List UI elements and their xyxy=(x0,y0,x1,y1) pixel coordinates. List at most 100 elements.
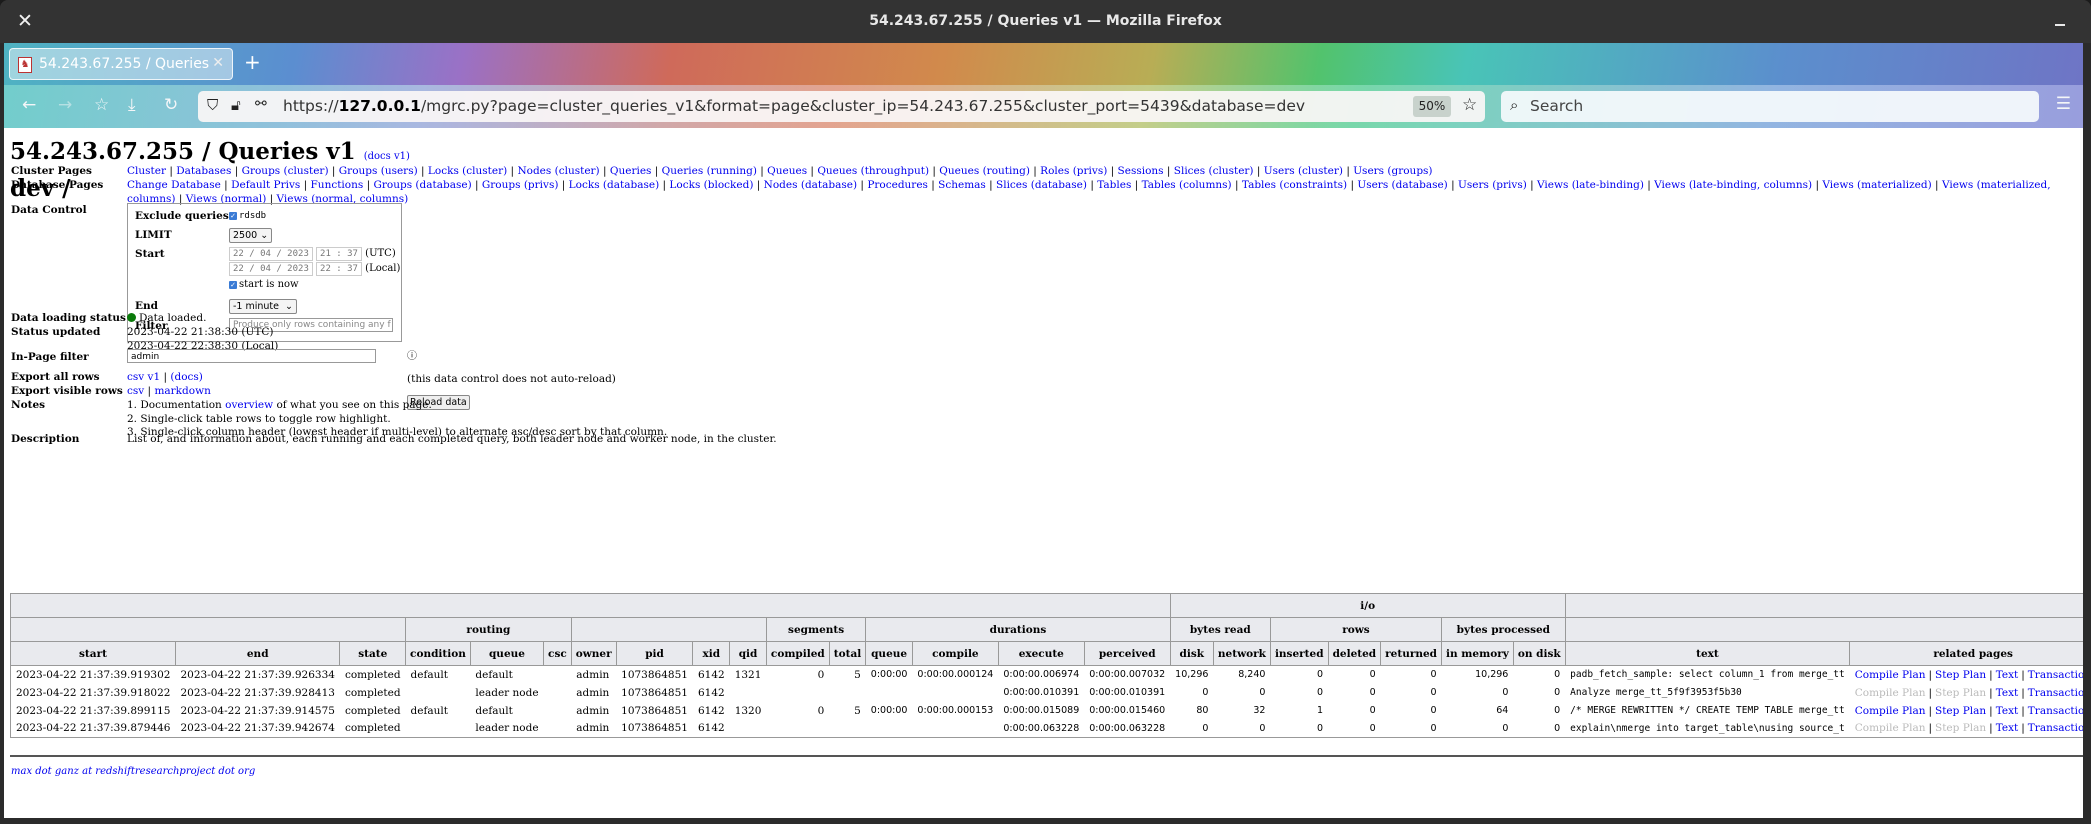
text-link[interactable]: Text xyxy=(1996,722,2019,734)
compile-plan-link[interactable]: Compile Plan xyxy=(1855,705,1926,717)
export-visible-csv-link[interactable]: csv xyxy=(127,385,144,397)
downloads-icon[interactable]: ⤓ xyxy=(128,95,136,115)
nav-link-sessions[interactable]: Sessions xyxy=(1118,165,1164,177)
start-utc-date-input[interactable]: 22 / 04 / 2023 xyxy=(229,247,313,261)
nav-link-locks-blocked[interactable]: Locks (blocked) xyxy=(669,179,753,191)
tab-close-icon[interactable]: ✕ xyxy=(212,55,224,71)
column-header-compiled[interactable]: compiled xyxy=(765,641,830,666)
nav-link-groups-privs[interactable]: Groups (privs) xyxy=(482,179,559,191)
zoom-level-badge[interactable]: 50% xyxy=(1413,96,1451,117)
start-is-now-checkbox[interactable]: ✓ start is now xyxy=(229,279,299,290)
table-row[interactable]: 2023-04-22 21:37:39.899115 2023-04-22 21:… xyxy=(11,702,2083,720)
start-utc-time-input[interactable]: 21 : 37 xyxy=(316,247,362,261)
table-row[interactable]: 2023-04-22 21:37:39.879446 2023-04-22 21:… xyxy=(10,719,2083,738)
nav-link-locks-cluster[interactable]: Locks (cluster) xyxy=(428,165,507,177)
column-header-total[interactable]: total xyxy=(828,641,867,666)
step-plan-link[interactable]: Step Plan xyxy=(1935,669,1986,681)
nav-link-tables-columns[interactable]: Tables (columns) xyxy=(1142,179,1232,191)
step-plan-link[interactable]: Step Plan xyxy=(1935,705,1986,717)
table-row[interactable]: 2023-04-22 21:37:39.918022 2023-04-22 21:… xyxy=(11,684,2083,702)
nav-link-queues-throughput[interactable]: Queues (throughput) xyxy=(817,165,929,177)
overview-link[interactable]: overview xyxy=(225,399,273,411)
help-icon[interactable]: ⓘ xyxy=(407,347,417,362)
nav-link-groups-users[interactable]: Groups (users) xyxy=(339,165,418,177)
checkbox-checked-icon[interactable]: ✓ xyxy=(229,211,237,220)
nav-link-roles-privs[interactable]: Roles (privs) xyxy=(1040,165,1107,177)
back-icon[interactable]: ← xyxy=(22,95,36,115)
nav-link-queues-routing[interactable]: Queues (routing) xyxy=(939,165,1030,177)
table-row[interactable]: 2023-04-22 21:37:39.919302 2023-04-22 21:… xyxy=(11,666,2083,684)
transaction-link[interactable]: Transaction xyxy=(2028,705,2083,717)
tracking-shield-icon[interactable]: ⛉ xyxy=(207,96,218,114)
nav-link-queries-running[interactable]: Queries (running) xyxy=(662,165,757,177)
column-header-on-disk[interactable]: on disk xyxy=(1512,641,1566,666)
bookmark-star-icon[interactable]: ☆ xyxy=(1462,95,1477,115)
column-header-network[interactable]: network xyxy=(1212,641,1271,666)
nav-link-slices-cluster[interactable]: Slices (cluster) xyxy=(1174,165,1254,177)
checkbox-checked-icon[interactable]: ✓ xyxy=(229,280,237,289)
insecure-lock-icon[interactable]: 🔓︎ xyxy=(231,96,241,114)
column-header-inserted[interactable]: inserted xyxy=(1269,641,1329,666)
docs-v1-link[interactable]: (docs v1) xyxy=(364,151,410,162)
column-header-perceived[interactable]: perceived xyxy=(1083,641,1171,666)
column-header-xid[interactable]: xid xyxy=(692,641,731,666)
nav-link-queues[interactable]: Queues xyxy=(767,165,807,177)
bookmark-tray-icon[interactable]: ☆ xyxy=(94,95,109,115)
column-header-qid[interactable]: qid xyxy=(729,641,767,666)
nav-link-schemas[interactable]: Schemas xyxy=(938,179,986,191)
column-header-text[interactable]: text xyxy=(1564,641,1851,666)
nav-link-change-database[interactable]: Change Database xyxy=(127,179,221,191)
nav-link-users-groups[interactable]: Users (groups) xyxy=(1353,165,1432,177)
start-local-time-input[interactable]: 22 : 37 xyxy=(316,262,362,276)
nav-link-default-privs[interactable]: Default Privs xyxy=(231,179,300,191)
column-header-disk[interactable]: disk xyxy=(1169,641,1214,666)
limit-select[interactable]: 2500 ⌄ xyxy=(229,228,273,243)
column-header-pid[interactable]: pid xyxy=(615,641,694,666)
nav-link-functions[interactable]: Functions xyxy=(311,179,364,191)
inpage-filter-input[interactable]: admin xyxy=(127,349,376,363)
text-link[interactable]: Text xyxy=(1996,669,2019,681)
text-link[interactable]: Text xyxy=(1996,687,2019,699)
end-select[interactable]: -1 minute ⌄ xyxy=(229,299,297,314)
nav-link-tables[interactable]: Tables xyxy=(1097,179,1131,191)
column-header-start[interactable]: start xyxy=(10,641,176,666)
transaction-link[interactable]: Transaction xyxy=(2028,669,2083,681)
nav-link-users-cluster[interactable]: Users (cluster) xyxy=(1264,165,1343,177)
footer-contact-link[interactable]: max dot ganz at redshiftresearchproject … xyxy=(11,766,255,777)
reload-icon[interactable]: ↻ xyxy=(164,95,178,115)
nav-link-locks-database[interactable]: Locks (database) xyxy=(569,179,660,191)
column-header-duration-queue[interactable]: queue xyxy=(865,641,913,666)
nav-link-nodes-database[interactable]: Nodes (database) xyxy=(764,179,857,191)
export-docs-link[interactable]: (docs) xyxy=(170,371,203,383)
hamburger-menu-icon[interactable]: ☰ xyxy=(2056,94,2071,114)
column-header-state[interactable]: state xyxy=(339,641,407,666)
column-header-returned[interactable]: returned xyxy=(1380,641,1443,666)
url-bar[interactable]: ⛉ 🔓︎ ⚯ https://127.0.0.1/mgrc.py?page=cl… xyxy=(198,91,1485,122)
column-header-execute[interactable]: execute xyxy=(997,641,1085,666)
column-header-owner[interactable]: owner xyxy=(570,641,617,666)
window-minimize-icon[interactable] xyxy=(2055,24,2065,26)
nav-link-nodes-cluster[interactable]: Nodes (cluster) xyxy=(517,165,599,177)
exclude-rdsdb-checkbox[interactable]: ✓ rdsdb xyxy=(229,210,266,221)
compile-plan-link[interactable]: Compile Plan xyxy=(1855,669,1926,681)
nav-link-views-late-binding-columns[interactable]: Views (late-binding, columns) xyxy=(1654,179,1812,191)
nav-link-users-database[interactable]: Users (database) xyxy=(1357,179,1447,191)
transaction-link[interactable]: Transaction xyxy=(2028,687,2083,699)
nav-link-databases[interactable]: Databases xyxy=(176,165,231,177)
column-header-in-memory[interactable]: in memory xyxy=(1441,641,1514,666)
nav-link-views-materialized[interactable]: Views (materialized) xyxy=(1822,179,1931,191)
column-header-queue[interactable]: queue xyxy=(469,641,545,666)
forward-icon[interactable]: → xyxy=(58,95,72,115)
export-markdown-link[interactable]: markdown xyxy=(154,385,210,397)
column-header-deleted[interactable]: deleted xyxy=(1327,641,1382,666)
text-link[interactable]: Text xyxy=(1996,705,2019,717)
column-header-csc[interactable]: csc xyxy=(543,641,572,666)
nav-link-procedures[interactable]: Procedures xyxy=(867,179,928,191)
nav-link-cluster[interactable]: Cluster xyxy=(127,165,166,177)
export-csv-v1-link[interactable]: csv v1 xyxy=(127,371,160,383)
new-tab-icon[interactable]: + xyxy=(244,50,261,74)
start-local-date-input[interactable]: 22 / 04 / 2023 xyxy=(229,262,313,276)
url-text[interactable]: https://127.0.0.1/mgrc.py?page=cluster_q… xyxy=(283,97,1305,115)
column-header-compile[interactable]: compile xyxy=(911,641,999,666)
nav-link-groups-database[interactable]: Groups (database) xyxy=(373,179,471,191)
